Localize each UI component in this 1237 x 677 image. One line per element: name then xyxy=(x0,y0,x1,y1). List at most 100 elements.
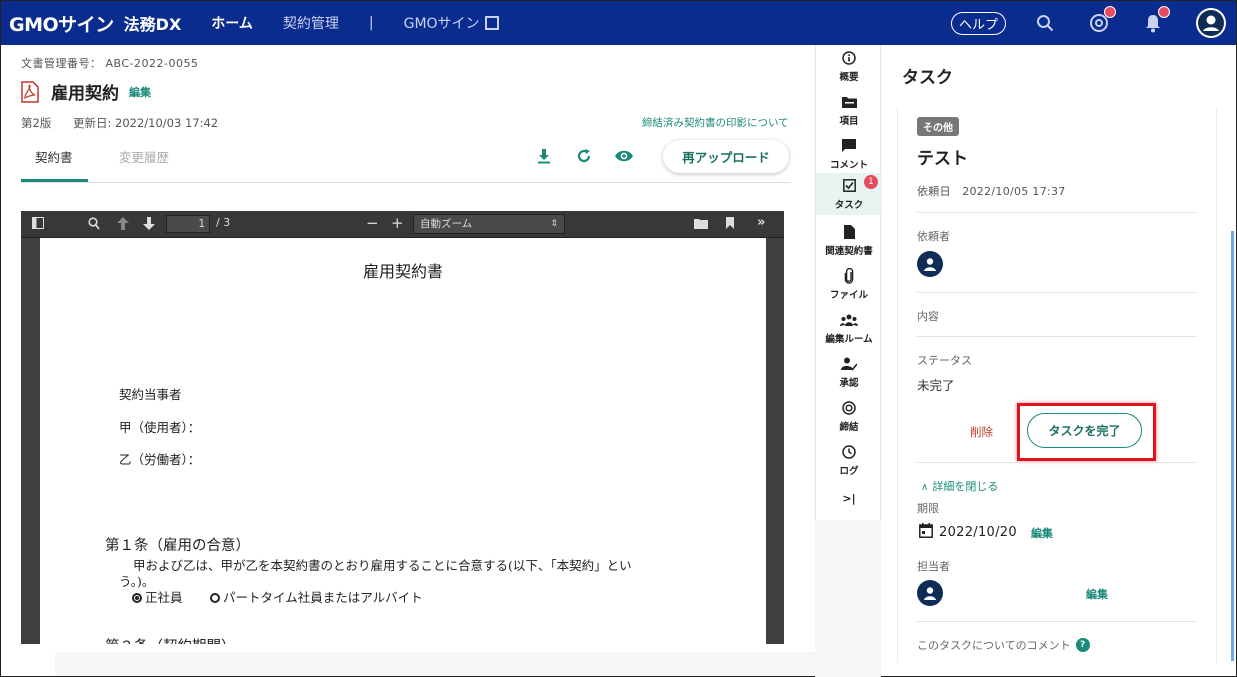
mention-notification-dot xyxy=(1104,6,1116,18)
due-edit-link[interactable]: 編集 xyxy=(1031,525,1053,541)
collapse-icon: >| xyxy=(842,491,856,505)
document-tools xyxy=(533,147,653,165)
divider xyxy=(917,292,1197,293)
rail-tasks-label: タスク xyxy=(834,199,864,211)
document-meta: 第2版 更新日: 2022/10/03 17:42 xyxy=(21,115,236,131)
page-number-input[interactable]: 1 xyxy=(166,215,210,233)
nav-gmo-sign-label: GMOサイン xyxy=(403,16,480,32)
radio-unselected-icon xyxy=(210,593,220,603)
panel-scrollbar[interactable] xyxy=(1231,231,1234,661)
collapse-details-label: 詳細を閉じる xyxy=(932,480,999,493)
help-question-icon[interactable]: ? xyxy=(1075,638,1090,652)
task-panel-title: タスク xyxy=(902,68,953,88)
group-icon xyxy=(840,312,858,328)
tab-contract[interactable]: 契約書 xyxy=(35,147,73,166)
assignee-label: 担当者 xyxy=(917,560,950,573)
more-tools-icon[interactable]: » xyxy=(757,215,765,230)
rail-log[interactable]: ログ xyxy=(816,439,882,481)
rail-files-label: ファイル xyxy=(829,289,868,301)
rail-execution[interactable]: 締結 xyxy=(816,395,882,437)
task-category-tag: その他 xyxy=(917,117,959,136)
search-icon[interactable] xyxy=(1034,12,1056,34)
bell-icon[interactable] xyxy=(1142,6,1170,34)
due-label: 期限 xyxy=(917,502,939,515)
delete-task-button[interactable]: 削除 xyxy=(970,424,993,440)
rail-overview[interactable]: 概要 xyxy=(816,45,882,87)
approve-icon xyxy=(841,356,857,372)
requester-avatar[interactable] xyxy=(917,251,943,277)
rail-comments-label: コメント xyxy=(829,159,868,171)
seal-icon xyxy=(842,400,856,416)
nav-contract-management[interactable]: 契約管理 xyxy=(283,13,339,33)
document-icon xyxy=(843,224,855,240)
task-request-date: 依頼日 2022/10/05 17:37 xyxy=(917,185,1066,198)
collapse-details-link[interactable]: ∧ 詳細を閉じる xyxy=(921,478,998,494)
rail-footer xyxy=(815,520,881,677)
pdf-file-icon xyxy=(21,80,39,103)
next-page-icon[interactable] xyxy=(143,217,155,233)
rail-related-contracts[interactable]: 関連契約書 xyxy=(816,219,882,261)
zoom-select[interactable]: 自動ズーム ⇕ xyxy=(413,214,565,234)
document-version: 第2版 xyxy=(21,116,52,130)
chevron-up-icon: ∧ xyxy=(921,482,929,493)
assignee-edit-link[interactable]: 編集 xyxy=(1086,586,1108,602)
rail-files[interactable]: ファイル xyxy=(816,263,882,305)
footer-strip xyxy=(55,652,815,676)
task-icon xyxy=(842,178,856,194)
party-employee: 乙（労働者）： xyxy=(119,452,201,467)
pdf-viewer[interactable]: 1 / 3 − + 自動ズーム ⇕ » 雇用契約書 契約当事者 甲（使用者）： 乙… xyxy=(21,211,784,644)
mention-icon[interactable] xyxy=(1088,6,1116,34)
refresh-icon[interactable] xyxy=(573,147,595,165)
tab-history[interactable]: 変更履歴 xyxy=(119,147,169,166)
find-icon[interactable] xyxy=(88,217,100,233)
task-count-badge: 1 xyxy=(864,175,878,189)
main-nav: ホーム 契約管理 | GMOサイン xyxy=(211,13,528,33)
rail-fields[interactable]: 項目 xyxy=(816,89,882,131)
rail-approval[interactable]: 承認 xyxy=(816,351,882,393)
rail-fields-label: 項目 xyxy=(839,115,859,127)
download-icon[interactable] xyxy=(533,147,555,165)
rail-edit-room[interactable]: 編集ルーム xyxy=(816,307,882,349)
contract-page-title: 雇用契約書 xyxy=(362,262,443,281)
zoom-out-button[interactable]: − xyxy=(366,214,379,232)
rail-overview-label: 概要 xyxy=(839,71,859,83)
product-name: 法務DX xyxy=(123,15,182,34)
complete-task-button[interactable]: タスクを完了 xyxy=(1027,413,1142,448)
paperclip-icon xyxy=(844,267,854,284)
seal-print-link[interactable]: 締結済み契約書の印影について xyxy=(642,115,789,130)
assignee-avatar[interactable] xyxy=(917,580,943,606)
bell-notification-dot xyxy=(1158,6,1170,18)
comment-icon xyxy=(842,138,856,154)
rail-collapse[interactable]: >| xyxy=(816,477,882,519)
nav-home[interactable]: ホーム xyxy=(211,13,253,33)
active-tab-indicator xyxy=(21,179,88,182)
title-edit-link[interactable]: 編集 xyxy=(129,84,151,100)
status-value: 未完了 xyxy=(917,378,955,393)
sidebar-toggle-icon[interactable] xyxy=(32,217,44,232)
divider xyxy=(917,212,1197,213)
zoom-in-button[interactable]: + xyxy=(391,214,404,232)
account-icon[interactable] xyxy=(1196,8,1226,38)
article-2-title: 第２条（契約期間） xyxy=(105,635,236,644)
rail-execution-label: 締結 xyxy=(839,421,859,433)
divider xyxy=(917,336,1197,337)
help-button[interactable]: ヘルプ xyxy=(950,11,1006,35)
preview-eye-icon[interactable] xyxy=(613,147,635,165)
external-link-icon xyxy=(484,16,499,30)
article-1-line-1: 甲および乙は、甲が乙を本契約書のとおり雇用することに合意する(以下、「本契約」と… xyxy=(133,558,632,573)
bookmark-icon[interactable] xyxy=(725,217,735,232)
nav-gmo-sign[interactable]: GMOサイン xyxy=(404,13,499,33)
page-total: / 3 xyxy=(216,216,231,229)
pdf-toolbar: 1 / 3 − + 自動ズーム ⇕ » xyxy=(21,211,784,238)
rail-tasks[interactable]: タスク 1 xyxy=(816,173,882,215)
rail-comments[interactable]: コメント xyxy=(816,133,882,175)
document-updated: 更新日: 2022/10/03 17:42 xyxy=(72,116,219,130)
open-file-icon[interactable] xyxy=(694,217,708,232)
option-fulltime-label: 正社員 xyxy=(145,590,183,605)
rail-approval-label: 承認 xyxy=(839,377,859,389)
task-comment-label: このタスクについてのコメント? xyxy=(917,637,1090,653)
task-name: テスト xyxy=(917,149,968,169)
previous-page-icon[interactable] xyxy=(117,217,129,233)
app-logo[interactable]: GMOサイン xyxy=(9,10,114,37)
reupload-button[interactable]: 再アップロード xyxy=(663,140,789,173)
